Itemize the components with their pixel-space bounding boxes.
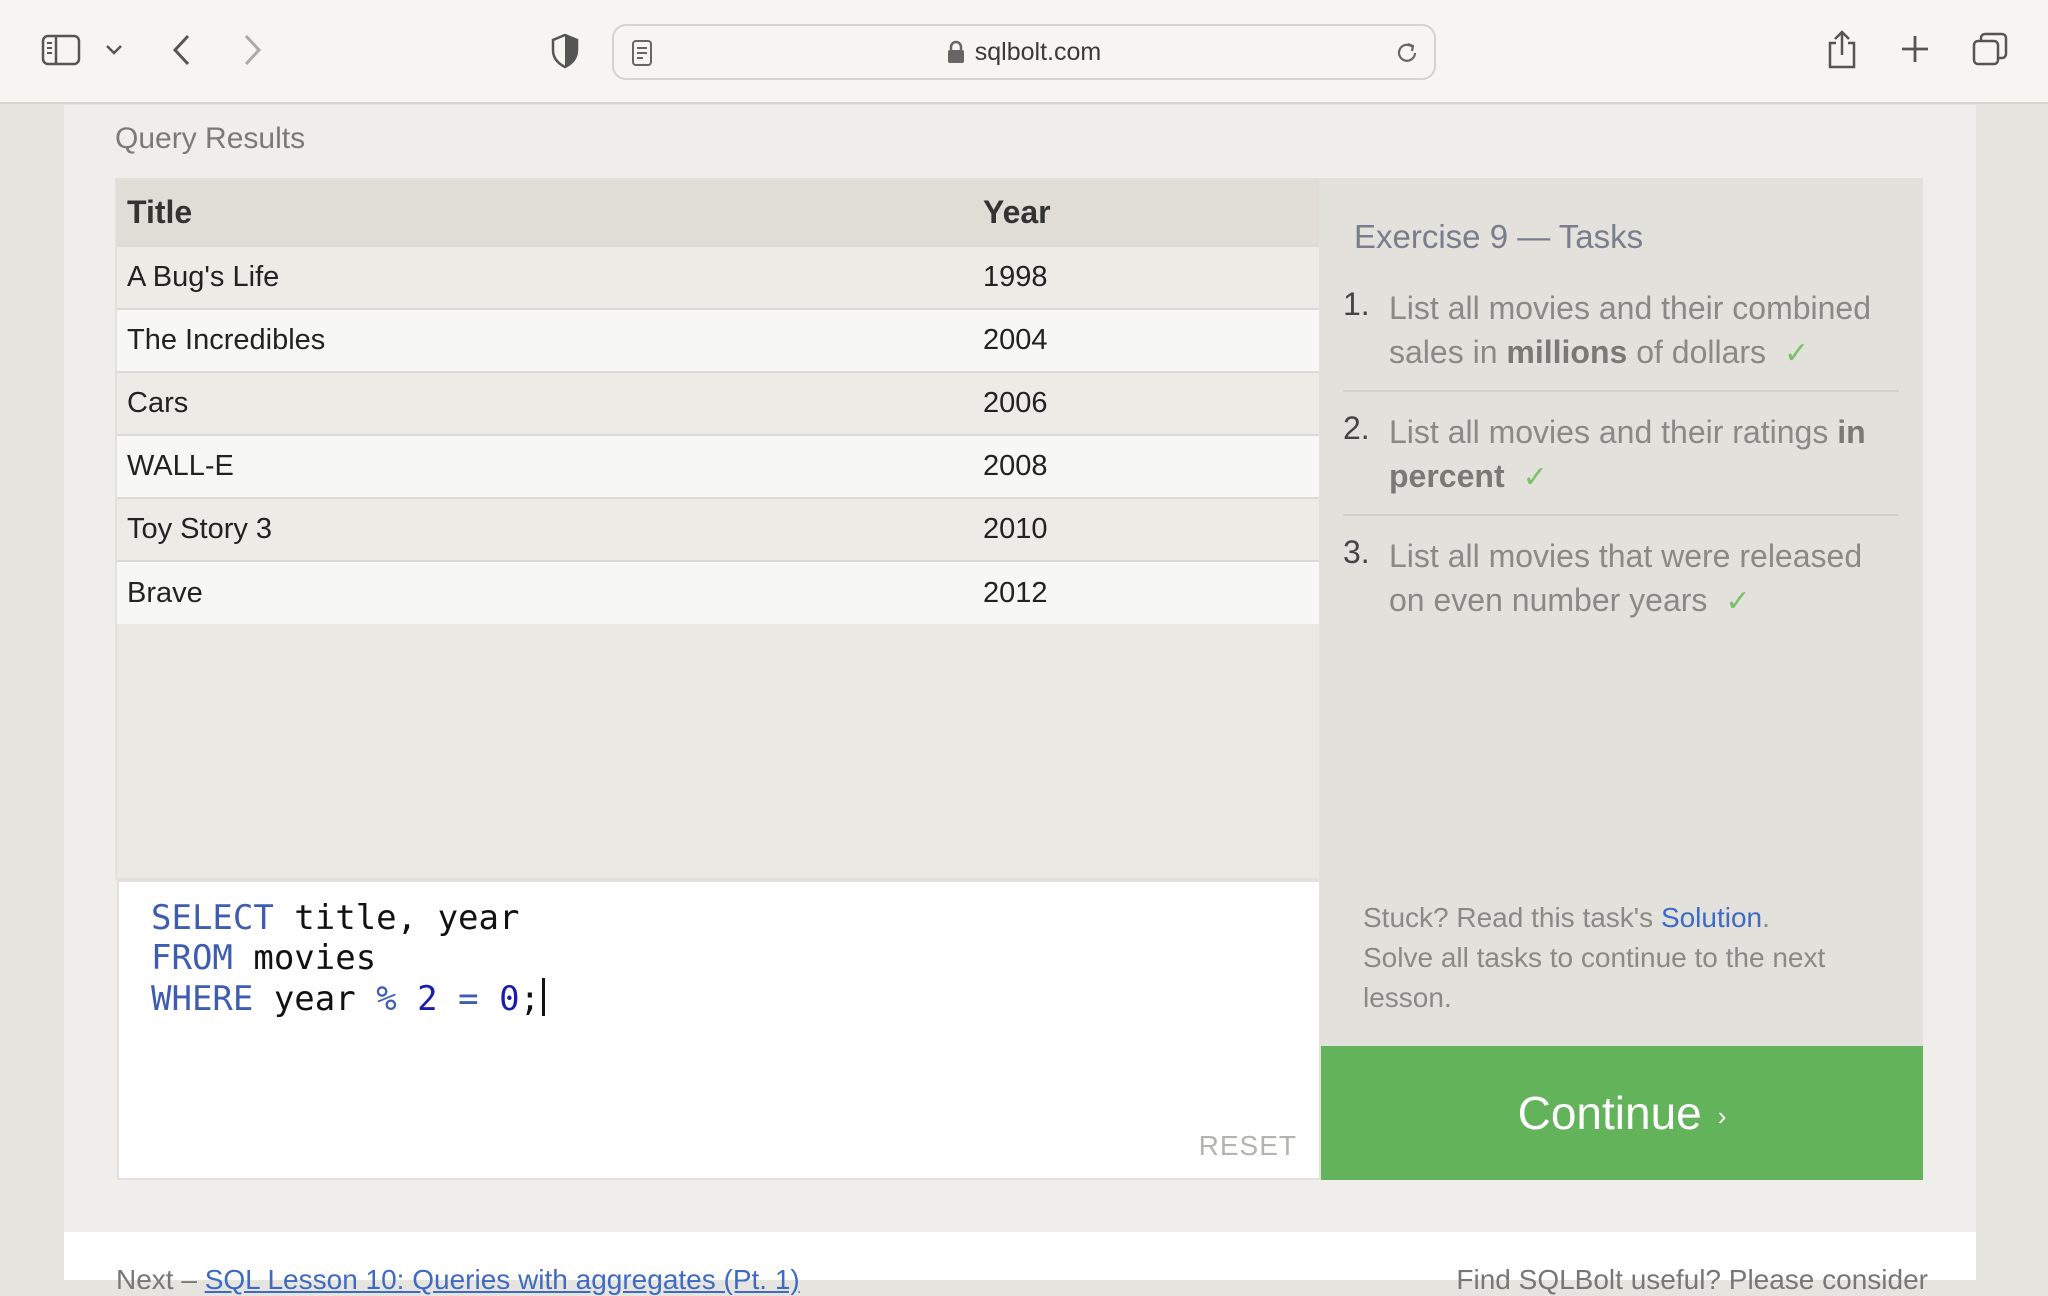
chevron-down-icon[interactable] <box>102 38 126 62</box>
task-text-part: List all movies that were released on ev… <box>1389 538 1863 618</box>
cell-title: The Incredibles <box>117 308 973 372</box>
tabs-overview-icon[interactable] <box>1970 30 2010 68</box>
results-table: Title Year A Bug's Life 1998 The Incredi… <box>117 180 1319 624</box>
forward-icon[interactable] <box>238 30 268 70</box>
continue-button[interactable]: Continue › <box>1321 1046 1923 1180</box>
task-number: 1. <box>1343 286 1370 322</box>
continue-label: Continue <box>1517 1087 1702 1139</box>
sql-code[interactable]: SELECT title, year FROM movies WHERE yea… <box>151 898 546 1019</box>
solution-link[interactable]: Solution <box>1661 902 1762 933</box>
cell-title: Toy Story 3 <box>117 497 973 561</box>
task-text-bold: millions <box>1506 334 1628 370</box>
code-text: title, year <box>273 898 520 938</box>
column-header-title: Title <box>117 180 973 246</box>
column-header-year: Year <box>973 180 1319 246</box>
next-lesson: Next – SQL Lesson 10: Queries with aggre… <box>116 1264 800 1296</box>
reload-icon[interactable] <box>1392 38 1422 68</box>
sidebar-icon[interactable] <box>38 30 84 70</box>
task-text-part: List all movies and their ratings <box>1389 414 1838 450</box>
query-results-label: Query Results <box>115 122 306 155</box>
task-text: List all movies and their ratings in per… <box>1389 410 1899 500</box>
reset-button[interactable]: RESET <box>1199 1130 1297 1162</box>
code-number: 0 <box>499 979 520 1019</box>
code-text: movies <box>232 938 377 978</box>
lock-icon <box>947 40 965 64</box>
task-list: 1. List all movies and their combined sa… <box>1343 286 1899 656</box>
help-text: Stuck? Read this task's Solution. Solve … <box>1363 898 1883 1018</box>
cell-year: 2008 <box>973 434 1319 498</box>
table-row: Toy Story 3 2010 <box>117 497 1319 561</box>
cell-title: Brave <box>117 560 973 624</box>
table-row: Brave 2012 <box>117 560 1319 624</box>
task-number: 2. <box>1343 410 1370 446</box>
stuck-end: . <box>1762 902 1770 933</box>
share-icon[interactable] <box>1824 28 1860 72</box>
task-number: 3. <box>1343 534 1370 570</box>
code-text: year <box>253 979 377 1019</box>
code-operator: % <box>376 979 397 1019</box>
table-row: A Bug's Life 1998 <box>117 245 1319 309</box>
cell-title: Cars <box>117 371 973 435</box>
tasks-panel: Exercise 9 — Tasks 1. List all movies an… <box>1321 178 1923 1046</box>
check-icon: ✓ <box>1725 585 1751 618</box>
table-row: Cars 2006 <box>117 371 1319 435</box>
table-header-row: Title Year <box>117 180 1319 246</box>
task-text-part: of dollars <box>1627 334 1767 370</box>
task-item: 1. List all movies and their combined sa… <box>1343 286 1899 392</box>
text-caret <box>542 978 546 1016</box>
code-operator: = <box>458 979 479 1019</box>
code-keyword: FROM <box>151 938 233 978</box>
cell-year: 2006 <box>973 371 1319 435</box>
cell-year: 2004 <box>973 308 1319 372</box>
code-number: 2 <box>417 979 438 1019</box>
chevron-right-icon: › <box>1717 1100 1727 1131</box>
sql-editor[interactable]: SELECT title, year FROM movies WHERE yea… <box>117 880 1321 1180</box>
address-bar[interactable]: sqlbolt.com <box>612 24 1436 80</box>
cell-year: 2010 <box>973 497 1319 561</box>
shield-icon[interactable] <box>548 32 582 70</box>
cell-title: A Bug's Life <box>117 245 973 309</box>
task-item: 2. List all movies and their ratings in … <box>1343 410 1899 516</box>
cell-title: WALL-E <box>117 434 973 498</box>
cell-year: 2012 <box>973 560 1319 624</box>
new-tab-icon[interactable] <box>1898 32 1932 66</box>
check-icon: ✓ <box>1784 337 1810 370</box>
task-text: List all movies that were released on ev… <box>1389 534 1899 624</box>
cell-year: 1998 <box>973 245 1319 309</box>
back-icon[interactable] <box>166 30 196 70</box>
table-row: WALL-E 2008 <box>117 434 1319 498</box>
query-results-panel: Title Year A Bug's Life 1998 The Incredi… <box>115 178 1321 880</box>
code-keyword: WHERE <box>151 979 254 1019</box>
task-item: 3. List all movies that were released on… <box>1343 534 1899 638</box>
task-text: List all movies and their combined sales… <box>1389 286 1899 376</box>
support-text: Find SQLBolt useful? Please consider <box>1456 1264 1928 1295</box>
exercise-title: Exercise 9 — Tasks <box>1354 218 1644 255</box>
code-text: ; <box>519 979 541 1019</box>
code-keyword: SELECT <box>151 898 274 938</box>
stuck-text: Stuck? Read this task's <box>1363 902 1661 933</box>
browser-toolbar: sqlbolt.com <box>0 0 2048 104</box>
check-icon: ✓ <box>1522 461 1548 494</box>
solve-all-text: Solve all tasks to continue to the next … <box>1363 942 1826 1013</box>
table-row: The Incredibles 2004 <box>117 308 1319 372</box>
url-text: sqlbolt.com <box>974 37 1102 66</box>
footer: Next – SQL Lesson 10: Queries with aggre… <box>64 1232 1976 1295</box>
